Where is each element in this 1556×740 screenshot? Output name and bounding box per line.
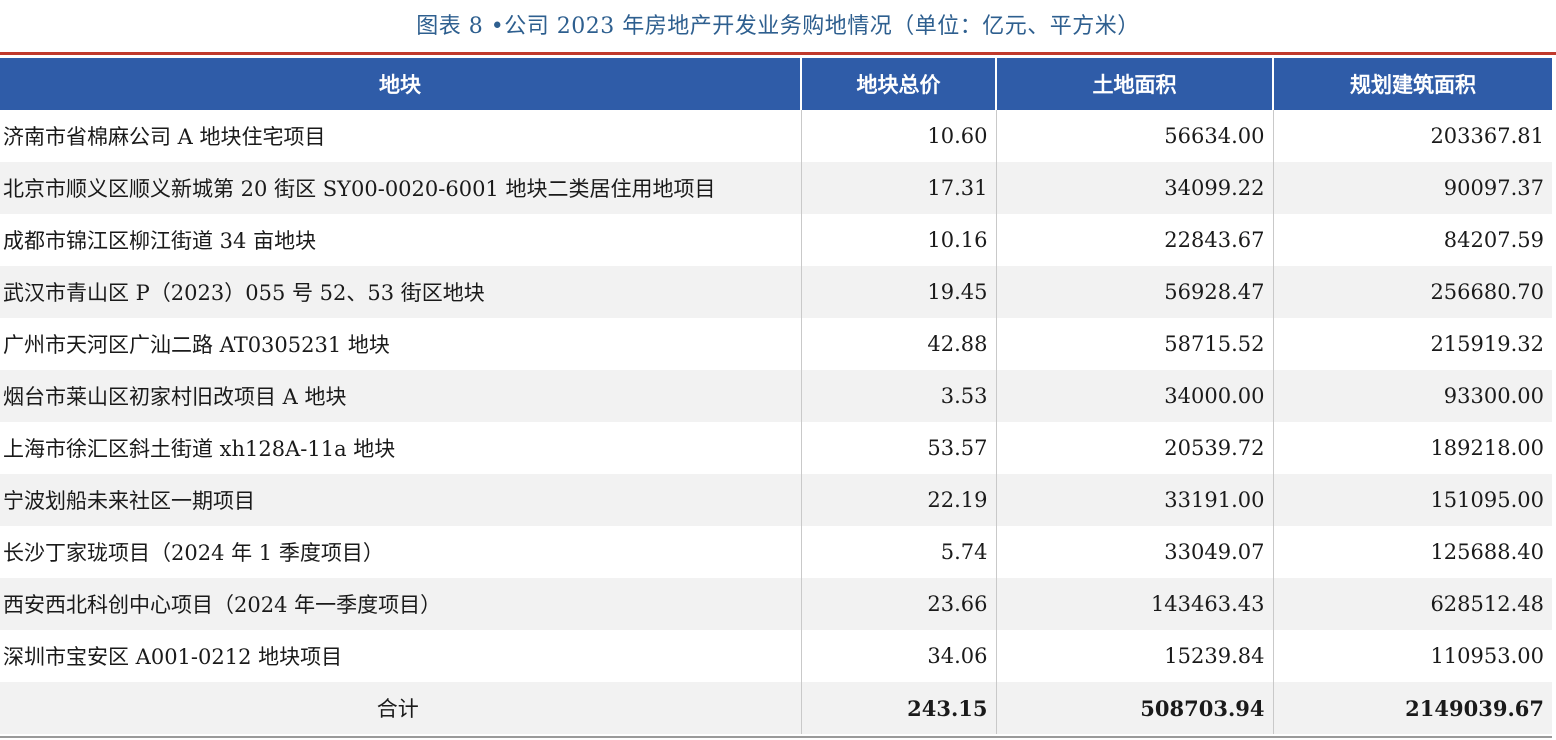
cell-total-price: 22.19: [801, 474, 997, 526]
table-row: 西安西北科创中心项目（2024 年一季度项目） 23.66 143463.43 628…: [0, 578, 1552, 630]
table-row: 宁波划船未来社区一期项目 22.19 33191.00 151095.00: [0, 474, 1552, 526]
total-planned-floor-area-sum: 2149039.67: [1273, 682, 1552, 734]
cell-planned-floor-area: 93300.00: [1273, 370, 1552, 422]
cell-plot-name: 武汉市青山区 P（2023）055 号 52、53 街区地块: [0, 266, 802, 318]
caption-divider: [0, 52, 1556, 55]
cell-planned-floor-area: 90097.37: [1273, 162, 1552, 214]
total-price-sum: 243.15: [801, 682, 997, 734]
cell-plot-name: 西安西北科创中心项目（2024 年一季度项目）: [0, 578, 802, 630]
table-row: 济南市省棉麻公司 A 地块住宅项目 10.60 56634.00 203367.81: [0, 110, 1552, 162]
cell-land-area: 143463.43: [996, 578, 1274, 630]
cell-planned-floor-area: 189218.00: [1430, 436, 1544, 460]
table-row: 长沙丁家珑项目（2024 年 1 季度项目） 5.74 33049.07 125688…: [0, 526, 1552, 578]
cell-total-price: 5.74: [801, 526, 997, 578]
cell-plot-name: 上海市徐汇区斜土街道 xh128A-11a 地块: [0, 422, 802, 474]
cell-total-price: 19.45: [801, 266, 997, 318]
cell-land-area: 58715.52: [996, 318, 1274, 370]
column-header-total-price: 地块总价: [801, 58, 997, 110]
cell-plot-name: 宁波划船未来社区一期项目: [0, 474, 802, 526]
table-row: 上海市徐汇区斜土街道 xh128A-11a 地块 53.57 20539.72 189…: [0, 422, 1552, 474]
table-row: 烟台市莱山区初家村旧改项目 A 地块 3.53 34000.00 93300.00: [0, 370, 1552, 422]
cell-plot-name: 成都市锦江区柳江街道 34 亩地块: [0, 214, 802, 266]
table-row: 深圳市宝安区 A001-0212 地块项目 34.06 15239.84 110953…: [0, 630, 1552, 682]
table-row: 广州市天河区广汕二路 AT0305231 地块 42.88 58715.52 2159…: [0, 318, 1552, 370]
column-header-planned-floor-area: 规划建筑面积: [1273, 58, 1552, 110]
cell-total-price: 3.53: [801, 370, 997, 422]
cell-plot-name: 济南市省棉麻公司 A 地块住宅项目: [0, 110, 802, 162]
cell-total-price: 34.06: [801, 630, 997, 682]
cell-land-area: 56928.47: [996, 266, 1274, 318]
table-row: 武汉市青山区 P（2023）055 号 52、53 街区地块 19.45 56928…: [0, 266, 1552, 318]
cell-planned-floor-area: 215919.32: [1430, 332, 1544, 356]
cell-planned-floor-area: 628512.48: [1273, 578, 1552, 630]
cell-total-price: 10.16: [801, 214, 997, 266]
column-header-plot: 地块: [0, 58, 802, 110]
cell-land-area: 33191.00: [996, 474, 1274, 526]
table-row: 成都市锦江区柳江街道 34 亩地块 10.16 22843.67 84207.59: [0, 214, 1552, 266]
cell-land-area: 34000.00: [996, 370, 1274, 422]
cell-total-price: 53.57: [801, 422, 997, 474]
cell-planned-floor-area: 256680.70: [1273, 266, 1552, 318]
cell-land-area: 33049.07: [996, 526, 1274, 578]
cell-plot-name: 烟台市莱山区初家村旧改项目 A 地块: [0, 370, 802, 422]
table-header-row: 地块 地块总价 土地面积 规划建筑面积: [0, 58, 1552, 110]
total-land-area-sum: 508703.94: [996, 682, 1274, 734]
cell-plot-name: 深圳市宝安区 A001-0212 地块项目: [0, 630, 802, 682]
cell-total-price: 10.60: [801, 110, 997, 162]
table-bottom-rule: [0, 736, 1552, 738]
cell-land-area: 15239.84: [996, 630, 1274, 682]
cell-land-area: 20539.72: [996, 422, 1274, 474]
column-header-land-area: 土地面积: [996, 58, 1274, 110]
cell-planned-floor-area: 110953.00: [1430, 644, 1544, 668]
cell-land-area: 34099.22: [996, 162, 1274, 214]
cell-total-price: 17.31: [801, 162, 997, 214]
cell-land-area: 56634.00: [996, 110, 1274, 162]
cell-land-area: 22843.67: [996, 214, 1274, 266]
table-row: 北京市顺义区顺义新城第 20 街区 SY00-0020-6001 地块二类居住用…: [0, 162, 1552, 214]
cell-planned-floor-area: 203367.81: [1430, 124, 1544, 148]
cell-plot-name: 北京市顺义区顺义新城第 20 街区 SY00-0020-6001 地块二类居住用…: [0, 162, 802, 214]
cell-total-price: 42.88: [801, 318, 997, 370]
cell-total-price: 23.66: [801, 578, 997, 630]
cell-plot-name: 广州市天河区广汕二路 AT0305231 地块: [0, 318, 802, 370]
cell-planned-floor-area: 151095.00: [1273, 474, 1552, 526]
total-label: 合计: [0, 682, 802, 734]
cell-planned-floor-area: 125688.40: [1430, 540, 1544, 564]
cell-planned-floor-area: 84207.59: [1443, 228, 1544, 252]
cell-plot-name: 长沙丁家珑项目（2024 年 1 季度项目）: [0, 526, 802, 578]
land-purchase-table: 地块 地块总价 土地面积 规划建筑面积 济南市省棉麻公司 A 地块住宅项目 10.…: [0, 58, 1552, 734]
table-caption: 图表 8 •公司 2023 年房地产开发业务购地情况（单位：亿元、平方米）: [416, 14, 1140, 39]
table-total-row: 合计 243.15 508703.94 2149039.67: [0, 682, 1552, 734]
